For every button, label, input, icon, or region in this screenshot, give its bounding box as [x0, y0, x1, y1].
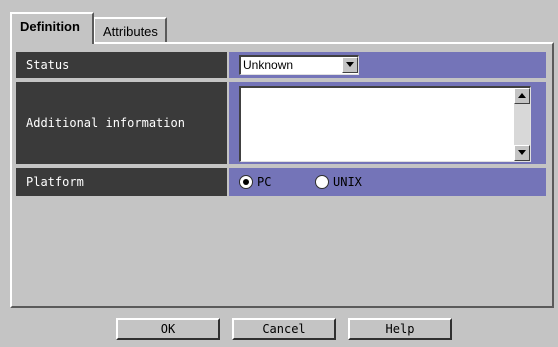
- status-select[interactable]: Unknown: [239, 55, 359, 75]
- scroll-down-button[interactable]: [514, 145, 530, 161]
- definition-panel: Status Unknown Additional information Pl…: [10, 42, 554, 308]
- properties-dialog: Definition Attributes Status Unknown Add…: [0, 0, 558, 347]
- platform-pc-label: PC: [257, 175, 272, 189]
- tab-attributes[interactable]: Attributes: [93, 17, 167, 42]
- status-row: Status Unknown: [16, 52, 546, 78]
- platform-label: Platform: [16, 168, 227, 196]
- additional-information-textarea[interactable]: [239, 86, 531, 162]
- arrow-down-icon: [518, 150, 526, 155]
- additional-information-value-cell: [229, 82, 546, 164]
- platform-value-cell: PC UNIX: [229, 168, 546, 196]
- status-selected-value: Unknown: [243, 58, 294, 72]
- scroll-up-button[interactable]: [514, 88, 530, 104]
- platform-row: Platform PC UNIX: [16, 168, 546, 196]
- arrow-up-icon: [518, 93, 526, 98]
- platform-radio-pc[interactable]: PC: [239, 173, 271, 191]
- cancel-button[interactable]: Cancel: [232, 318, 336, 340]
- status-dropdown-button[interactable]: [342, 57, 358, 73]
- tab-definition[interactable]: Definition: [10, 12, 94, 44]
- help-button[interactable]: Help: [348, 318, 452, 340]
- textarea-scrollbar[interactable]: [514, 88, 530, 161]
- additional-information-label: Additional information: [16, 82, 227, 164]
- radio-checked-icon[interactable]: [239, 175, 253, 189]
- chevron-down-icon: [346, 62, 354, 67]
- ok-button[interactable]: OK: [116, 318, 220, 340]
- platform-unix-label: UNIX: [333, 175, 362, 189]
- status-label: Status: [16, 52, 227, 78]
- radio-unchecked-icon[interactable]: [315, 175, 329, 189]
- status-value-cell: Unknown: [229, 52, 546, 78]
- additional-information-row: Additional information: [16, 82, 546, 164]
- platform-radio-unix[interactable]: UNIX: [315, 173, 362, 191]
